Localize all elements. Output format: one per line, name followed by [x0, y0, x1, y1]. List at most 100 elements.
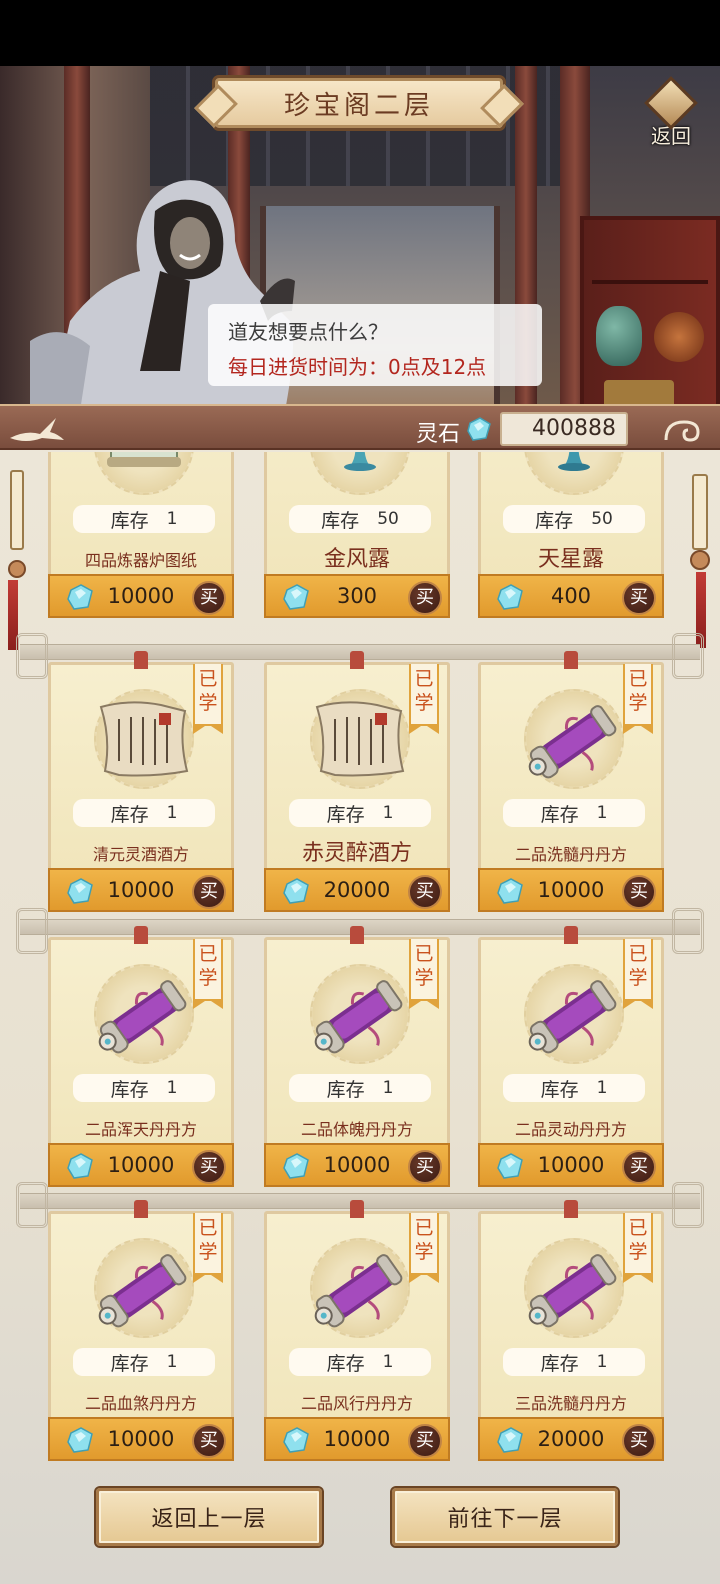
stock-value: 1 — [596, 803, 608, 823]
buy-button[interactable]: 买 — [408, 581, 442, 615]
learned-badge: 已学 — [193, 664, 223, 734]
stock-pill: 库存 50 — [503, 505, 645, 533]
stock-value: 50 — [591, 509, 613, 529]
price-bar: 10000 买 — [264, 1417, 450, 1461]
learned-badge: 已学 — [193, 1213, 223, 1283]
price-bar: 10000 买 — [48, 574, 234, 618]
hanging-hook — [134, 1200, 148, 1218]
price-bar: 10000 买 — [264, 1143, 450, 1187]
spirit-stone-icon — [282, 583, 310, 611]
learned-badge: 已学 — [193, 939, 223, 1009]
spirit-stone-amount: 400888 — [500, 412, 628, 446]
item-name: 清元灵酒酒方 — [92, 845, 189, 864]
stock-label: 库存 — [326, 1352, 365, 1375]
stock-label: 库存 — [110, 1352, 149, 1375]
learned-badge: 已学 — [409, 1213, 439, 1283]
spirit-stone-icon — [282, 1152, 310, 1180]
buy-button[interactable]: 买 — [192, 875, 226, 909]
stock-pill: 库存 1 — [503, 1074, 645, 1102]
stock-value: 1 — [166, 1352, 178, 1372]
recipe-paper-icon — [305, 685, 415, 795]
item-price: 10000 — [107, 878, 175, 902]
hanging-hook — [564, 1200, 578, 1218]
buy-button[interactable]: 买 — [192, 1424, 226, 1458]
stock-pill: 库存 1 — [73, 1348, 215, 1376]
buy-button[interactable]: 买 — [192, 1150, 226, 1184]
item-price: 10000 — [107, 1153, 175, 1177]
stock-value: 1 — [382, 1352, 394, 1372]
stock-value: 1 — [382, 803, 394, 823]
stock-value: 1 — [596, 1352, 608, 1372]
price-bar: 300 买 — [264, 574, 450, 618]
purple-scroll-icon — [519, 685, 629, 795]
buy-button[interactable]: 买 — [408, 1150, 442, 1184]
purple-scroll-icon — [519, 1234, 629, 1344]
display-shelf — [580, 216, 720, 410]
stock-label: 库存 — [540, 1078, 579, 1101]
page-title-plaque: 珍宝阁二层 — [215, 78, 503, 128]
learned-badge: 已学 — [623, 939, 653, 1009]
stock-label: 库存 — [326, 1078, 365, 1101]
spirit-stone-icon — [282, 877, 310, 905]
shop-item-card[interactable]: 已学库存 1 二品风行丹丹方 10000 买 — [264, 1200, 450, 1461]
status-bar — [0, 0, 720, 66]
stock-value: 1 — [166, 509, 178, 529]
buy-button[interactable]: 买 — [622, 1150, 656, 1184]
stock-label: 库存 — [321, 509, 360, 532]
shop-item-card[interactable]: 已学库存 1 二品洗髓丹丹方 10000 买 — [478, 651, 664, 912]
spirit-stone-icon — [496, 877, 524, 905]
page-title: 珍宝阁二层 — [283, 90, 434, 121]
stock-pill: 库存 50 — [289, 505, 431, 533]
prev-floor-button[interactable]: 返回上一层 — [96, 1488, 322, 1546]
hanging-hook — [134, 651, 148, 669]
item-price: 400 — [550, 584, 592, 608]
stock-pill: 库存 1 — [73, 1074, 215, 1102]
npc-speech-bubble: 道友想要点什么？ 每日进货时间为：0点及12点 — [208, 304, 542, 386]
shop-item-card[interactable]: 已学库存 1 二品体魄丹丹方 10000 买 — [264, 926, 450, 1187]
item-price: 10000 — [323, 1153, 391, 1177]
crane-ornament-icon — [10, 418, 64, 441]
price-bar: 20000 买 — [478, 1417, 664, 1461]
shop-item-card[interactable]: 已学库存 1 二品灵动丹丹方 10000 买 — [478, 926, 664, 1187]
price-bar: 10000 买 — [48, 1417, 234, 1461]
buy-button[interactable]: 买 — [192, 581, 226, 615]
stock-label: 库存 — [110, 509, 149, 532]
buy-button[interactable]: 买 — [622, 1424, 656, 1458]
shop-item-card[interactable]: 已学库存 1 二品浑天丹丹方 10000 买 — [48, 926, 234, 1187]
hanging-hook — [134, 926, 148, 944]
buy-button[interactable]: 买 — [408, 1424, 442, 1458]
hanging-hook — [564, 651, 578, 669]
cloud-curl-ornament-icon — [664, 420, 700, 442]
right-tassel-ornament — [680, 450, 720, 660]
price-bar: 10000 买 — [48, 1143, 234, 1187]
item-name: 四品炼器炉图纸 — [84, 551, 197, 570]
item-price: 10000 — [107, 1427, 175, 1451]
item-price: 10000 — [537, 878, 605, 902]
shop-item-card[interactable]: 已学库存 1 清元灵酒酒方 10000 买 — [48, 651, 234, 912]
item-name: 三品洗髓丹丹方 — [514, 1394, 627, 1413]
buy-button[interactable]: 买 — [622, 581, 656, 615]
purple-scroll-icon — [305, 960, 415, 1070]
buy-button[interactable]: 买 — [622, 875, 656, 909]
back-button[interactable]: 返回 — [640, 76, 702, 148]
stock-label: 库存 — [110, 803, 149, 826]
shop-item-card[interactable]: 已学库存 1 二品血煞丹丹方 10000 买 — [48, 1200, 234, 1461]
item-name: 二品体魄丹丹方 — [300, 1120, 413, 1139]
buy-button[interactable]: 买 — [408, 875, 442, 909]
item-price: 20000 — [323, 878, 391, 902]
spirit-stone-icon — [496, 583, 524, 611]
stock-value: 1 — [596, 1078, 608, 1098]
stock-value: 1 — [166, 1078, 178, 1098]
next-floor-button[interactable]: 前往下一层 — [392, 1488, 618, 1546]
stock-value: 1 — [382, 1078, 394, 1098]
shop-item-card[interactable]: 已学库存 1 赤灵醉酒方 20000 买 — [264, 651, 450, 912]
npc-greeting: 道友想要点什么？ — [228, 320, 388, 344]
stock-label: 库存 — [535, 509, 574, 532]
stock-pill: 库存 1 — [73, 505, 215, 533]
recipe-paper-icon — [89, 685, 199, 795]
shop-item-card[interactable]: 已学库存 1 三品洗髓丹丹方 20000 买 — [478, 1200, 664, 1461]
learned-badge: 已学 — [409, 664, 439, 734]
item-name: 赤灵醉酒方 — [301, 841, 412, 866]
stock-label: 库存 — [110, 1078, 149, 1101]
hanging-hook — [350, 1200, 364, 1218]
